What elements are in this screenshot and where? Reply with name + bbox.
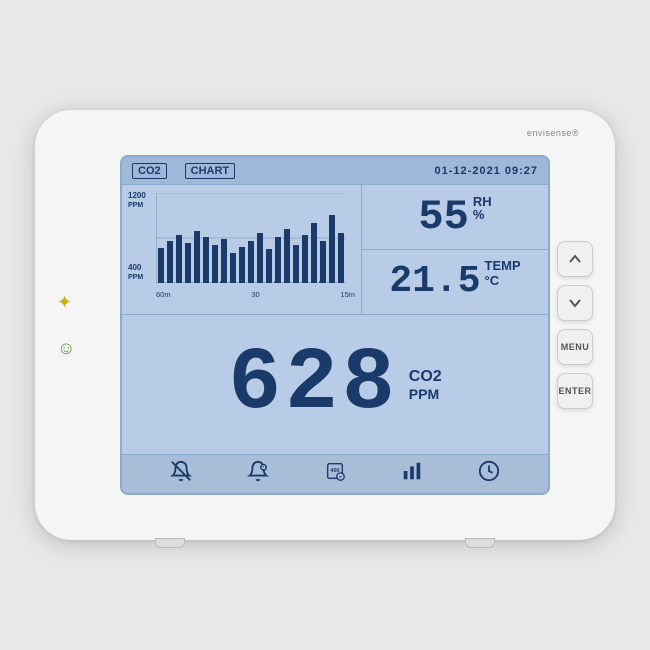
screen-topbar: CO2 CHART 01-12-2021 09:27: [122, 157, 548, 185]
right-readings: 55 RH% 21.5 TEMP°C: [362, 185, 548, 314]
up-button[interactable]: [557, 241, 593, 277]
smile-icon: ☺: [57, 339, 75, 357]
co2-value: 628: [228, 341, 398, 429]
device-body: envisense® ✦ ☺ CO2 CHART 01-12-2021 09:2…: [35, 110, 615, 540]
foot-left: [155, 538, 185, 548]
sun-icon: ✦: [57, 293, 75, 311]
xlabel-30: 30: [251, 290, 259, 299]
y-top: 1200PPM: [128, 191, 146, 209]
co2-tag: CO2: [132, 163, 167, 179]
main-screen: CO2 CHART 01-12-2021 09:27 1200PPM 400PP…: [120, 155, 550, 495]
down-button[interactable]: [557, 285, 593, 321]
humidity-value: 55: [418, 196, 468, 238]
co2-main-display: 628 CO2 PPM: [122, 315, 548, 455]
temp-unit: TEMP°C: [485, 258, 521, 288]
humidity-unit: RH%: [473, 195, 492, 221]
y-bottom: 400PPM: [128, 263, 146, 281]
chart-yaxis: 1200PPM 400PPM: [128, 191, 146, 281]
chart-icon[interactable]: [401, 460, 423, 488]
screen-upper: 1200PPM 400PPM: [122, 185, 548, 315]
clock-icon[interactable]: [478, 460, 500, 488]
enter-button[interactable]: ENTER: [557, 373, 593, 409]
co2-unit-labels: CO2 PPM: [409, 368, 442, 402]
temp-box: 21.5 TEMP°C: [362, 250, 548, 314]
xlabel-60m: 60m: [156, 290, 171, 299]
alarm-off-icon[interactable]: [170, 460, 192, 488]
right-buttons: MENU ENTER: [557, 241, 593, 409]
brand-label: envisense®: [527, 128, 579, 144]
co2-label: CO2: [409, 368, 442, 386]
chart-area: 1200PPM 400PPM: [122, 185, 362, 314]
datetime-display: 01-12-2021 09:27: [435, 165, 538, 177]
chart-tag: CHART: [185, 163, 236, 179]
ppm-label: PPM: [409, 386, 442, 402]
temp-value: 21.5: [389, 263, 480, 301]
alarm-settings-icon[interactable]: [247, 460, 269, 488]
bar-chart: [156, 193, 346, 283]
screen-bottom-bar: 400: [122, 455, 548, 493]
humidity-box: 55 RH%: [362, 185, 548, 250]
calibration-icon[interactable]: 400: [324, 460, 346, 488]
chart-xlabels: 60m 30 15m: [156, 290, 355, 299]
foot-right: [465, 538, 495, 548]
brand-name: envisense: [527, 128, 572, 138]
brand-trademark: ®: [572, 128, 579, 138]
menu-button[interactable]: MENU: [557, 329, 593, 365]
xlabel-15m: 15m: [340, 290, 355, 299]
left-indicators: ✦ ☺: [57, 293, 75, 357]
